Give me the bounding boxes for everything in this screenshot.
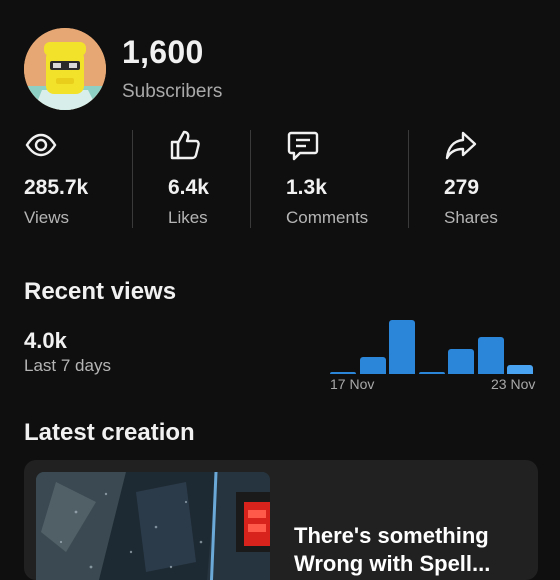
- stat-comments[interactable]: 1.3k Comments: [286, 128, 368, 228]
- likes-value: 6.4k: [168, 176, 209, 199]
- subscriber-count: 1,600: [122, 34, 204, 70]
- latest-creation-card[interactable]: There's something Wrong with Spell...: [24, 460, 538, 580]
- divider: [132, 130, 133, 228]
- share-icon: [445, 131, 477, 160]
- comments-value: 1.3k: [286, 176, 327, 199]
- stats-row: 285.7k Views 6.4k Likes 1.3k Comments 27…: [24, 128, 544, 228]
- x-tick-label: 23 Nov: [491, 376, 536, 392]
- likes-label: Likes: [168, 208, 208, 227]
- chart-bar: [330, 371, 356, 374]
- recent-views-chart[interactable]: [330, 318, 540, 374]
- video-thumbnail[interactable]: [36, 472, 270, 580]
- shares-label: Shares: [444, 208, 498, 227]
- latest-creation-title: Latest creation: [24, 419, 195, 446]
- chart-bar: [418, 371, 445, 374]
- recent-views-value: 4.0k: [24, 328, 67, 353]
- thumbs-up-icon: [170, 130, 200, 160]
- subscriber-label: Subscribers: [122, 81, 223, 102]
- avatar-image: [24, 28, 106, 110]
- channel-header: 1,600 Subscribers: [24, 28, 222, 110]
- stat-shares[interactable]: 279 Shares: [444, 128, 498, 228]
- chart-bar: [389, 320, 415, 374]
- recent-views-period: Last 7 days: [24, 356, 111, 375]
- avatar[interactable]: [24, 28, 106, 110]
- divider: [250, 130, 251, 228]
- divider: [408, 130, 409, 228]
- eye-icon: [25, 133, 57, 157]
- chart-bar: [359, 356, 386, 374]
- comment-icon: [287, 131, 319, 161]
- comments-label: Comments: [286, 208, 369, 227]
- thumbnail-image: [36, 472, 270, 580]
- chart-bar: [448, 348, 474, 374]
- shares-value: 279: [444, 176, 480, 199]
- views-label: Views: [24, 208, 70, 227]
- video-title[interactable]: There's something Wrong with Spell...: [294, 522, 524, 578]
- stat-views[interactable]: 285.7k Views: [24, 128, 88, 228]
- views-value: 285.7k: [24, 176, 89, 199]
- chart-bar: [507, 364, 533, 374]
- recent-views-title: Recent views: [24, 278, 177, 305]
- chart-bar: [477, 337, 504, 374]
- x-tick-label: 17 Nov: [330, 376, 375, 392]
- stat-likes[interactable]: 6.4k Likes: [168, 128, 209, 228]
